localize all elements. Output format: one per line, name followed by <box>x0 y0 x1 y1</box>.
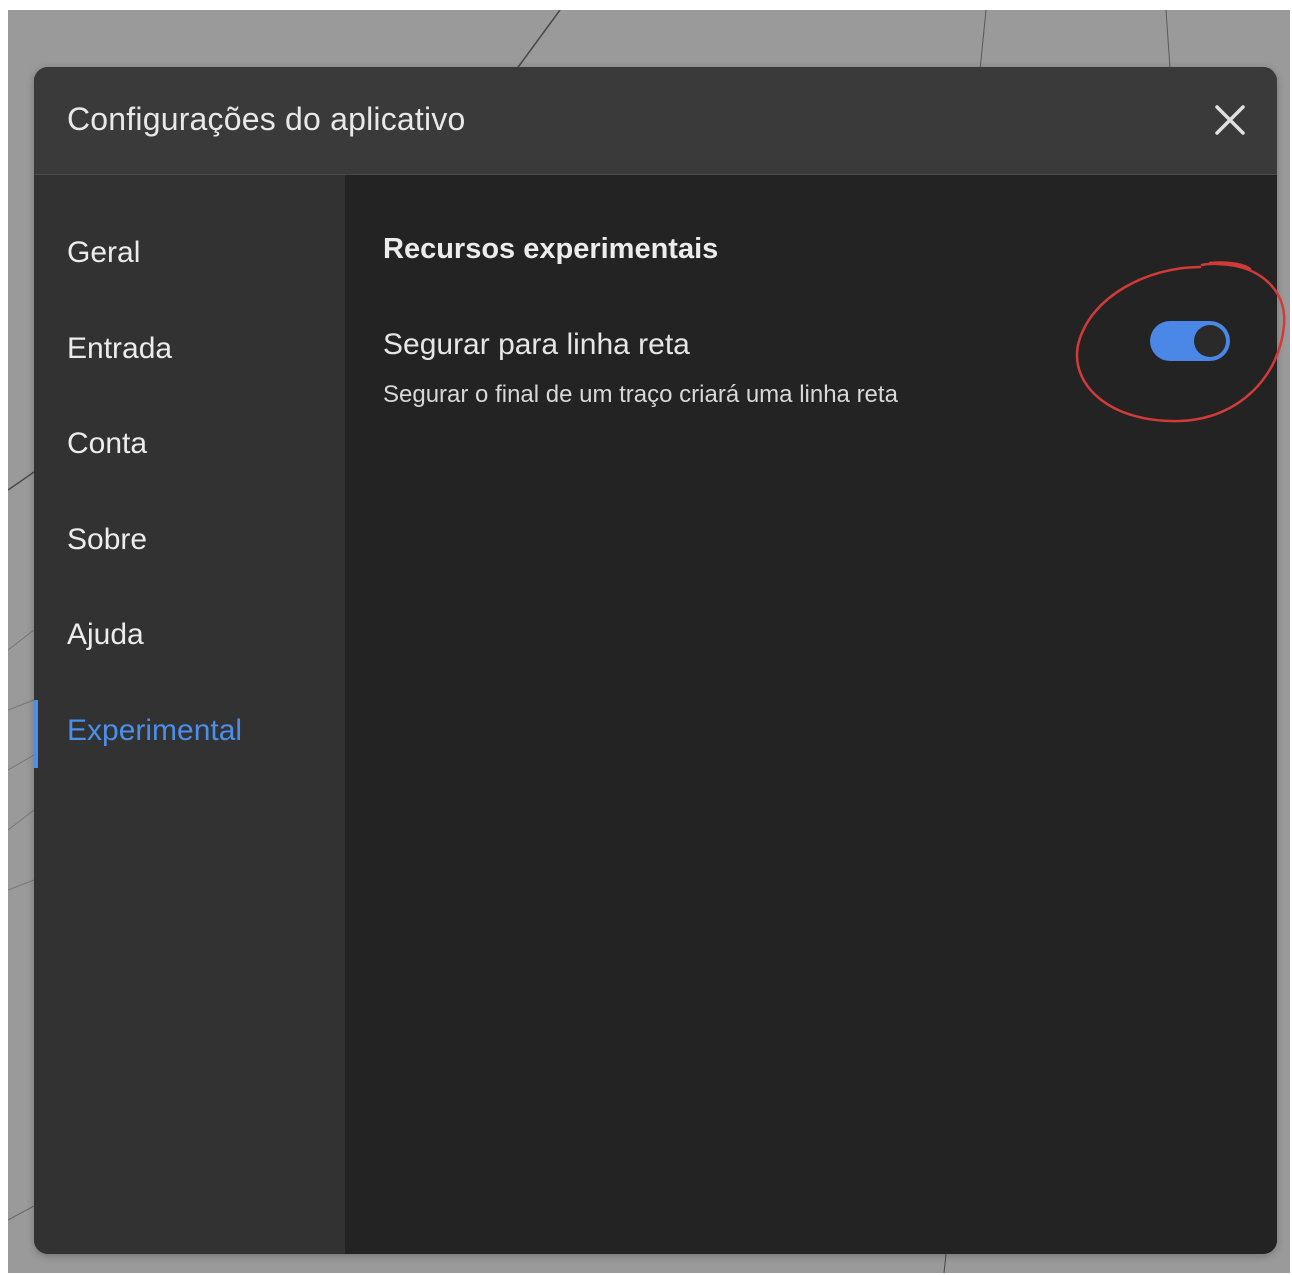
sidebar-item-entrada[interactable]: Entrada <box>34 318 345 386</box>
sidebar-item-label: Ajuda <box>67 618 144 651</box>
section-title: Recursos experimentais <box>383 233 719 265</box>
settings-sidebar: Geral Entrada Conta Sobre Ajuda Experime… <box>34 175 345 1254</box>
sidebar-item-label: Conta <box>67 427 148 460</box>
dialog-header: Configurações do aplicativo <box>34 67 1277 175</box>
sidebar-item-conta[interactable]: Conta <box>34 413 345 481</box>
sidebar-item-ajuda[interactable]: Ajuda <box>34 604 345 672</box>
sidebar-item-geral[interactable]: Geral <box>34 222 345 290</box>
setting-description: Segurar o final de um traço criará uma l… <box>383 381 898 408</box>
close-icon <box>1215 105 1245 135</box>
dialog-title: Configurações do aplicativo <box>67 101 466 137</box>
sidebar-item-label: Sobre <box>67 523 148 556</box>
active-indicator <box>34 700 38 768</box>
sidebar-item-label: Geral <box>67 236 141 269</box>
app-settings-dialog: Configurações do aplicativo Geral Entrad… <box>34 67 1277 1254</box>
setting-title: Segurar para linha reta <box>383 328 690 361</box>
sidebar-item-label: Experimental <box>67 714 243 747</box>
straight-line-toggle[interactable] <box>1150 321 1230 361</box>
toggle-knob <box>1194 325 1226 357</box>
sidebar-item-label: Entrada <box>67 332 173 365</box>
sidebar-item-experimental[interactable]: Experimental <box>34 700 345 768</box>
settings-content: Recursos experimentais Segurar para linh… <box>345 175 1277 1254</box>
close-button[interactable] <box>1205 95 1255 145</box>
sidebar-item-sobre[interactable]: Sobre <box>34 509 345 577</box>
